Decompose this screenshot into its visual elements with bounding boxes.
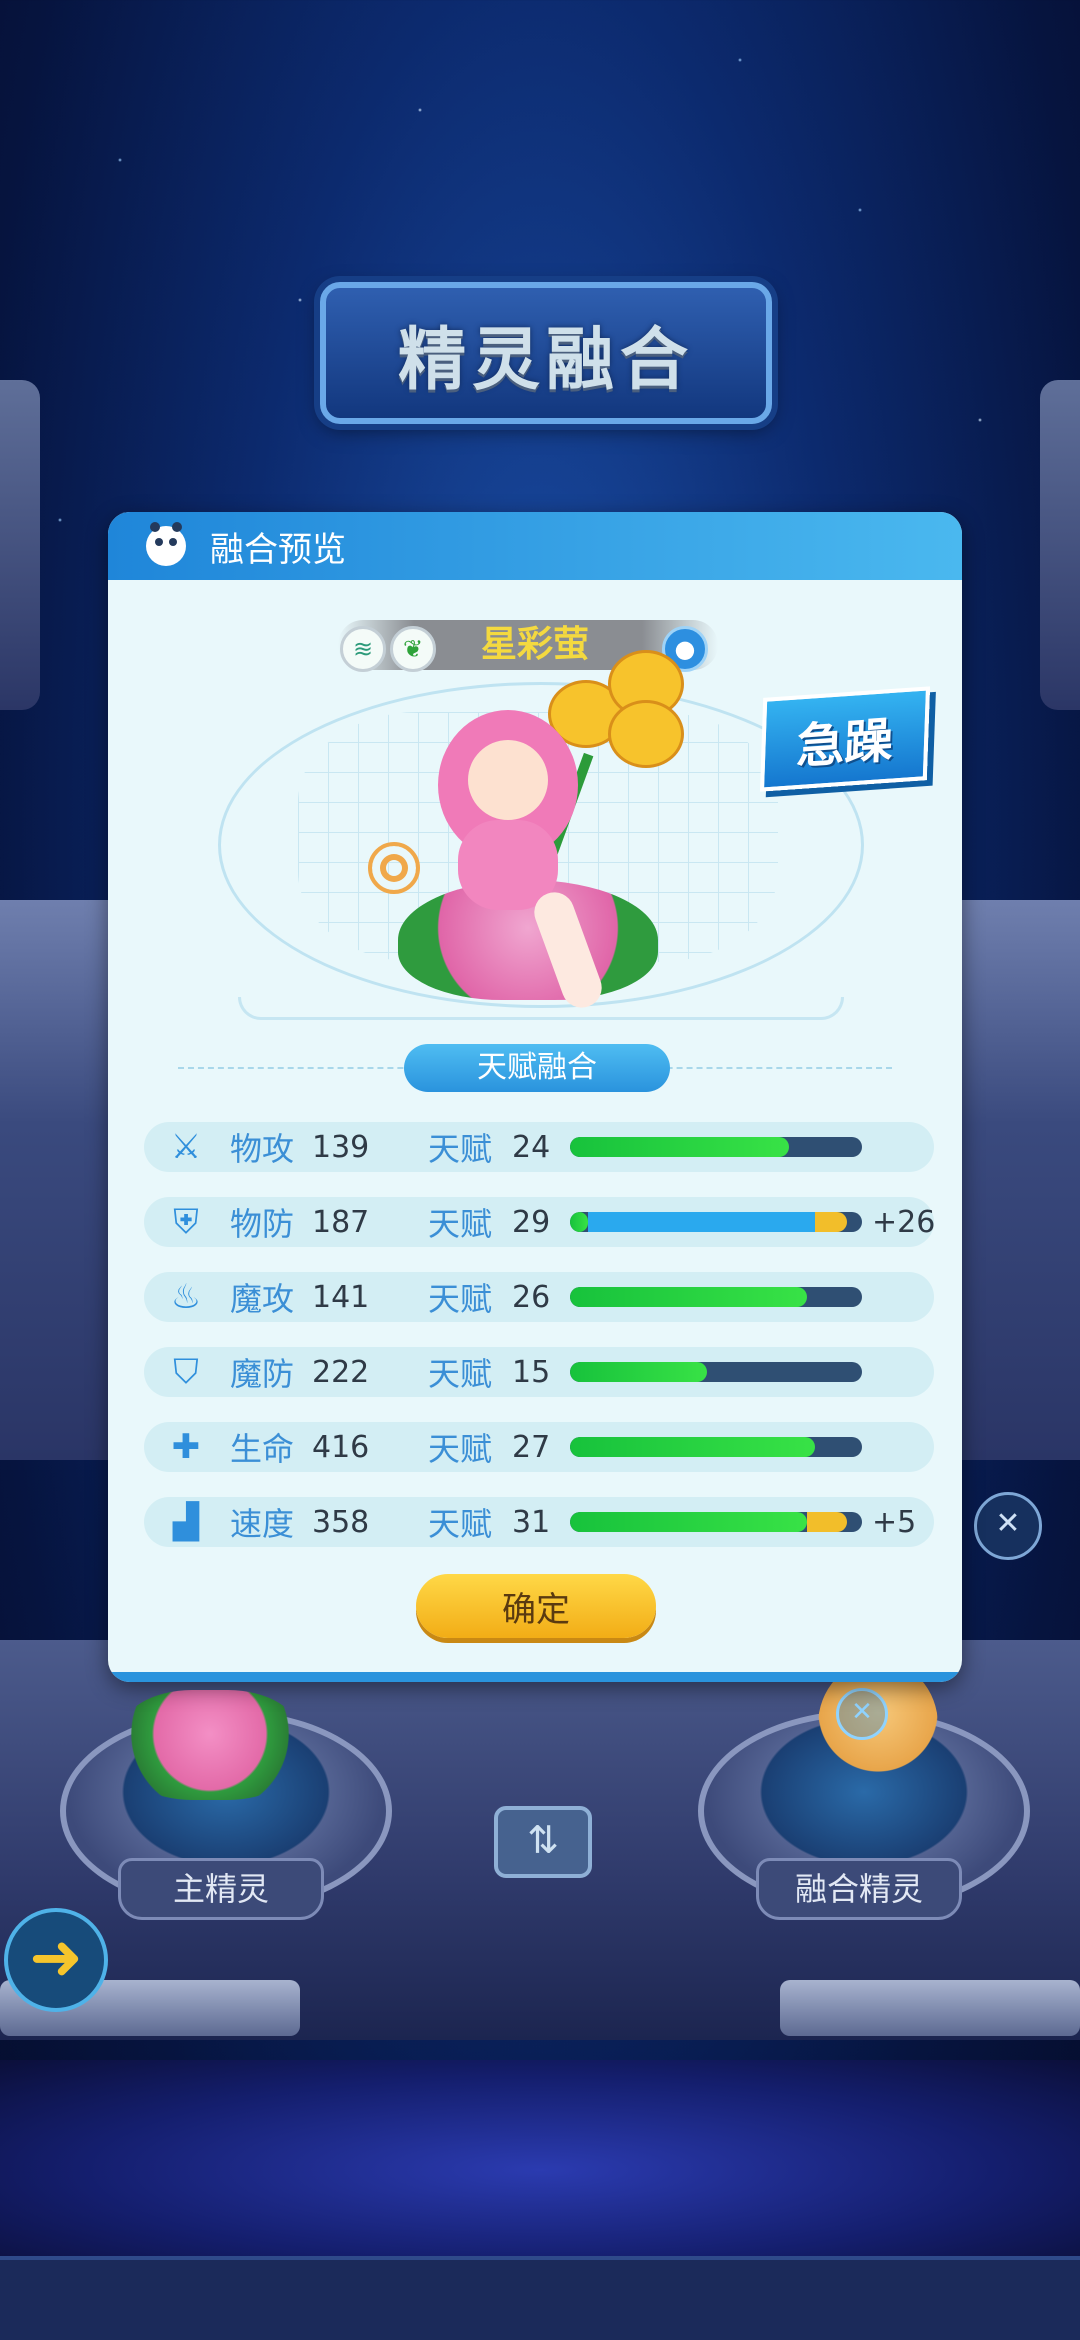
right-machine-pillar <box>1040 380 1080 710</box>
bonus-bar-gold <box>815 1212 848 1232</box>
stat-row: ⚔ 物攻 139 天赋 24 <box>144 1122 934 1172</box>
trait-label: 急躁 <box>795 712 895 776</box>
swap-button[interactable]: ⇅ <box>494 1806 592 1878</box>
main-pet-label: 主精灵 <box>118 1858 324 1920</box>
stat-row: ⛨ 物防 187 天赋 29 +26 <box>144 1197 936 1247</box>
talent-bar-fill <box>570 1362 708 1382</box>
stat-value: 141 <box>312 1279 370 1315</box>
magic-shield-icon: ⛉ <box>173 1352 199 1392</box>
panda-icon <box>146 522 186 566</box>
stat-value: 358 <box>312 1504 370 1540</box>
talent-bar <box>570 1362 862 1382</box>
stat-row: ✚ 生命 416 天赋 27 <box>144 1422 934 1472</box>
stat-value: 222 <box>312 1354 370 1390</box>
talent-label: 天赋 <box>428 1280 493 1318</box>
talent-value: 29 <box>512 1204 551 1240</box>
talent-bar <box>570 1437 862 1457</box>
heart-plus-icon: ✚ <box>171 1427 201 1467</box>
stat-name: 魔防 <box>230 1355 295 1393</box>
fusion-preview-panel: 融合预览 ≋ ❦ ● 星彩萤 急躁 天赋融合 ⚔ 物攻 139 天赋 24 ⛨ 物防 187 天… <box>108 512 962 1682</box>
main-pet-sprite <box>120 1690 300 1800</box>
right-pipe <box>780 1980 1080 2036</box>
stat-value: 139 <box>312 1129 370 1165</box>
remove-fusion-pet-icon[interactable]: ✕ <box>836 1688 888 1740</box>
talent-label: 天赋 <box>428 1130 493 1168</box>
pet-face <box>468 740 548 820</box>
talent-bar-fill <box>570 1212 588 1232</box>
talent-value: 27 <box>512 1429 551 1465</box>
space-window <box>0 2060 1080 2280</box>
stat-row: ▟ 速度 358 天赋 31 +5 <box>144 1497 934 1547</box>
shield-icon: ⛨ <box>173 1202 199 1242</box>
talent-bar-fill <box>570 1137 789 1157</box>
back-arrow-icon[interactable]: ➜ <box>4 1908 108 2012</box>
stat-row: ⛉ 魔防 222 天赋 15 <box>144 1347 934 1397</box>
left-machine-pillar <box>0 380 40 710</box>
stats-list: ⚔ 物攻 139 天赋 24 ⛨ 物防 187 天赋 29 +26 ♨ 魔攻 141 天赋 26 ⛉ 魔防 222 天… <box>144 1122 936 1572</box>
talent-bar-fill <box>570 1437 816 1457</box>
sword-icon: ⚔ <box>170 1127 202 1167</box>
talent-value: 15 <box>512 1354 551 1390</box>
stat-name: 物攻 <box>230 1130 295 1168</box>
section-title: 天赋融合 <box>404 1044 670 1092</box>
stat-bonus: +26 <box>872 1204 936 1240</box>
stat-bonus: +5 <box>872 1504 917 1540</box>
confirm-button[interactable]: 确定 <box>416 1574 656 1638</box>
stat-row: ♨ 魔攻 141 天赋 26 <box>144 1272 934 1322</box>
talent-bar <box>570 1212 862 1232</box>
stat-name: 魔攻 <box>230 1280 295 1318</box>
stat-name: 速度 <box>230 1505 295 1543</box>
talent-label: 天赋 <box>428 1355 493 1393</box>
talent-bar-fill <box>570 1287 807 1307</box>
talent-bar-fill <box>570 1512 807 1532</box>
stat-name: 生命 <box>230 1430 295 1468</box>
talent-bar <box>570 1287 862 1307</box>
talent-label: 天赋 <box>428 1205 493 1243</box>
flame-icon: ♨ <box>170 1277 202 1317</box>
trait-badge: 急躁 <box>759 686 931 792</box>
fusion-pet-label: 融合精灵 <box>756 1858 962 1920</box>
panel-bottom-bar <box>108 1672 962 1682</box>
bonus-bar-blue <box>587 1212 816 1232</box>
talent-value: 26 <box>512 1279 551 1315</box>
talent-bar <box>570 1137 862 1157</box>
boot-icon: ▟ <box>172 1502 200 1542</box>
floor-strip <box>0 2256 1080 2340</box>
title-banner: 精灵融合 <box>320 282 772 424</box>
panel-title: 融合预览 <box>210 529 346 570</box>
pet-portrait <box>398 650 728 1030</box>
stat-name: 物防 <box>230 1205 295 1243</box>
talent-label: 天赋 <box>428 1505 493 1543</box>
close-icon[interactable]: ✕ <box>974 1492 1042 1560</box>
panel-header: 融合预览 <box>108 512 962 580</box>
talent-value: 31 <box>512 1504 551 1540</box>
talent-value: 24 <box>512 1129 551 1165</box>
talent-label: 天赋 <box>428 1430 493 1468</box>
stat-value: 187 <box>312 1204 370 1240</box>
bonus-bar-gold <box>806 1512 848 1532</box>
screen-title: 精灵融合 <box>397 320 694 400</box>
stat-value: 416 <box>312 1429 370 1465</box>
talent-bar <box>570 1512 862 1532</box>
